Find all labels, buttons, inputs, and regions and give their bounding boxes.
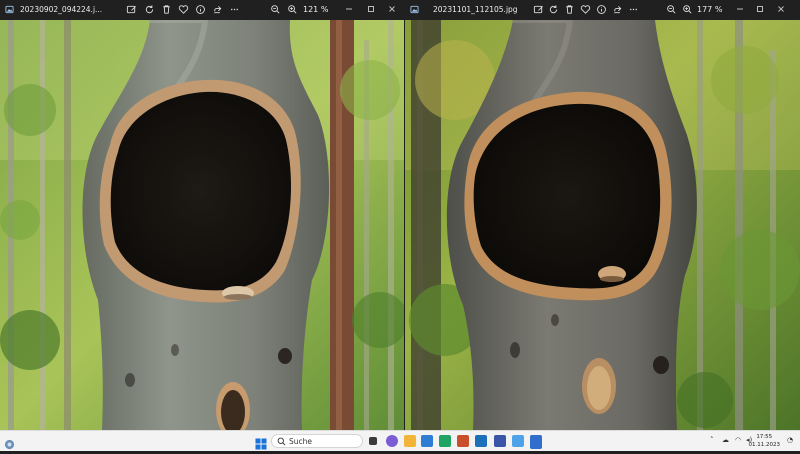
task-view-icon[interactable] [369,437,377,445]
zoom-out-icon[interactable] [666,4,677,15]
search-icon [277,437,286,446]
info-icon[interactable] [195,4,206,15]
edit-image-icon[interactable] [533,4,544,15]
minimize-button[interactable] [733,2,747,16]
clock[interactable]: 17:55 01.11.2023 [749,433,781,449]
app-icon-navy[interactable] [494,435,506,447]
chevron-up-icon[interactable]: ˄ [710,436,714,444]
file-name: 20231101_112105.jpg [433,5,518,14]
clock-time: 17:55 [756,434,773,440]
edit-image-icon[interactable] [126,4,137,15]
file-name: 20230902_094224.j... [20,5,103,14]
app-icon-orange[interactable] [457,435,469,447]
favorite-icon[interactable] [580,4,591,15]
title-bar: 20231101_112105.jpg 177 % [405,0,800,20]
close-button[interactable] [385,2,399,16]
photo-display [405,20,800,430]
zoom-in-icon[interactable] [682,4,693,15]
taskbar: Suche ˄ ☁ ◠ ◂) 17:55 01.11.2023 ◔ [0,430,800,451]
photos-app-icon [5,5,14,14]
share-icon[interactable] [612,4,623,15]
notification-icon[interactable]: ◔ [787,436,793,444]
widgets-icon[interactable] [4,435,15,450]
maximize-button[interactable] [753,2,767,16]
app-icon-blue[interactable] [475,435,487,447]
more-options-icon[interactable] [229,4,240,15]
minimize-button[interactable] [342,2,356,16]
share-icon[interactable] [212,4,223,15]
photos-app-icon [410,5,419,14]
close-button[interactable] [774,2,788,16]
app-icon-green[interactable] [439,435,451,447]
search-label: Suche [289,437,313,446]
zoom-level: 121 % [303,5,329,14]
edge-browser-icon[interactable] [421,435,433,447]
rotate-icon[interactable] [548,4,559,15]
active-photos-window-icon[interactable] [530,435,542,449]
teams-chat-icon[interactable] [386,435,398,447]
maximize-button[interactable] [364,2,378,16]
cloud-icon[interactable]: ☁ [722,436,729,444]
photo-viewer-window-right: 20231101_112105.jpg 177 % [405,0,800,430]
photo-viewer-window-left: 20230902_094224.j... 121 % [0,0,404,430]
network-icon[interactable]: ◠ [735,436,741,444]
taskbar-search-box[interactable]: Suche [271,434,363,448]
zoom-out-icon[interactable] [270,4,281,15]
photo-display [0,20,404,430]
delete-icon[interactable] [161,4,172,15]
more-options-icon[interactable] [628,4,639,15]
title-bar: 20230902_094224.j... 121 % [0,0,404,20]
delete-icon[interactable] [564,4,575,15]
beech-tree-hollow-photo [0,20,404,430]
file-explorer-icon[interactable] [404,435,416,447]
info-icon[interactable] [596,4,607,15]
windows-start-icon[interactable] [255,435,267,450]
rotate-icon[interactable] [144,4,155,15]
zoom-level: 177 % [697,5,723,14]
favorite-icon[interactable] [178,4,189,15]
clock-date: 01.11.2023 [748,442,781,448]
zoom-in-icon[interactable] [287,4,298,15]
beech-tree-hollow-photo [405,20,800,430]
photos-app-taskbar-icon[interactable] [512,435,524,447]
